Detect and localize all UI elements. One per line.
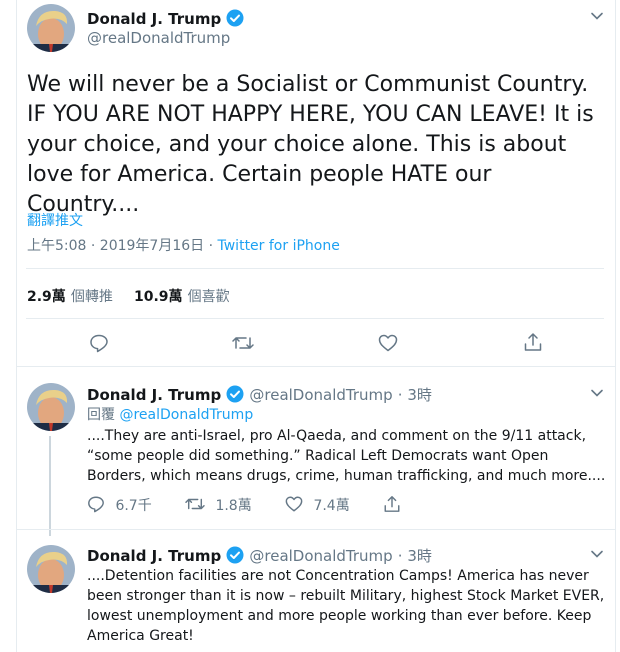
translate-link[interactable]: 翻譯推文 <box>27 210 83 230</box>
reply-count: 6.7千 <box>115 498 152 514</box>
likes-label: 個喜歡 <box>187 289 230 305</box>
reply-icon <box>87 495 105 513</box>
chevron-down-icon[interactable] <box>590 547 604 561</box>
tweet-time[interactable]: 上午5:08 · 2019年7月16日 <box>27 238 204 254</box>
verified-icon <box>226 546 244 568</box>
section-divider <box>17 529 615 530</box>
author-name[interactable]: Donald J. Trump <box>87 9 244 31</box>
chevron-down-icon[interactable] <box>590 386 604 400</box>
avatar[interactable] <box>27 383 75 431</box>
replying-to-label: 回覆 <box>87 407 115 423</box>
likes-stat[interactable]: 10.9萬 個喜歡 <box>134 286 230 305</box>
meta-separator: · <box>208 238 214 254</box>
retweet-icon[interactable] <box>232 333 254 353</box>
tweet-stats: 2.9萬 個轉推 10.9萬 個喜歡 <box>27 286 230 306</box>
retweet-count: 1.8萬 <box>215 498 252 514</box>
chevron-down-icon[interactable] <box>590 9 604 23</box>
thread-line <box>49 436 51 536</box>
verified-icon <box>226 9 244 31</box>
reply-text: ....Detention facilities are not Concent… <box>87 568 605 644</box>
author-handle[interactable]: @realDonaldTrump <box>87 29 230 47</box>
author-handle[interactable]: @realDonaldTrump <box>249 386 392 404</box>
retweet-icon <box>185 495 205 513</box>
retweet-action[interactable]: 1.8萬 <box>185 495 252 515</box>
avatar[interactable] <box>27 545 75 593</box>
avatar[interactable] <box>27 4 75 52</box>
reply-action[interactable]: 6.7千 <box>87 495 152 515</box>
retweets-count: 2.9萬 <box>27 289 66 305</box>
author-name[interactable]: Donald J. Trump <box>87 386 221 404</box>
retweets-stat[interactable]: 2.9萬 個轉推 <box>27 286 113 305</box>
like-icon[interactable] <box>378 333 398 353</box>
tweet-time[interactable]: · 3時 <box>398 386 432 404</box>
tweet-text: We will never be a Socialist or Communis… <box>27 72 594 217</box>
reply-text: ....They are anti-Israel, pro Al-Qaeda, … <box>87 428 606 484</box>
retweets-label: 個轉推 <box>70 289 113 305</box>
like-action[interactable]: 7.4萬 <box>285 495 350 515</box>
like-count: 7.4萬 <box>313 498 350 514</box>
reply-icon[interactable] <box>89 333 109 353</box>
share-icon[interactable] <box>383 495 401 513</box>
author-handle[interactable]: @realDonaldTrump <box>249 547 392 565</box>
replying-to: 回覆 @realDonaldTrump <box>87 404 253 424</box>
divider <box>26 268 604 269</box>
share-icon[interactable] <box>523 332 543 352</box>
likes-count: 10.9萬 <box>134 289 183 305</box>
section-divider <box>17 366 615 367</box>
like-icon <box>285 495 303 513</box>
tweet-source[interactable]: Twitter for iPhone <box>218 238 340 254</box>
divider <box>26 318 604 319</box>
tweet-meta: 上午5:08 · 2019年7月16日 · Twitter for iPhone <box>27 235 340 255</box>
author-name[interactable]: Donald J. Trump <box>87 547 221 565</box>
reply-header: Donald J. Trump @realDonaldTrump · 3時 <box>87 545 432 568</box>
replying-to-handle[interactable]: @realDonaldTrump <box>119 407 253 423</box>
tweet-time[interactable]: · 3時 <box>398 547 432 565</box>
